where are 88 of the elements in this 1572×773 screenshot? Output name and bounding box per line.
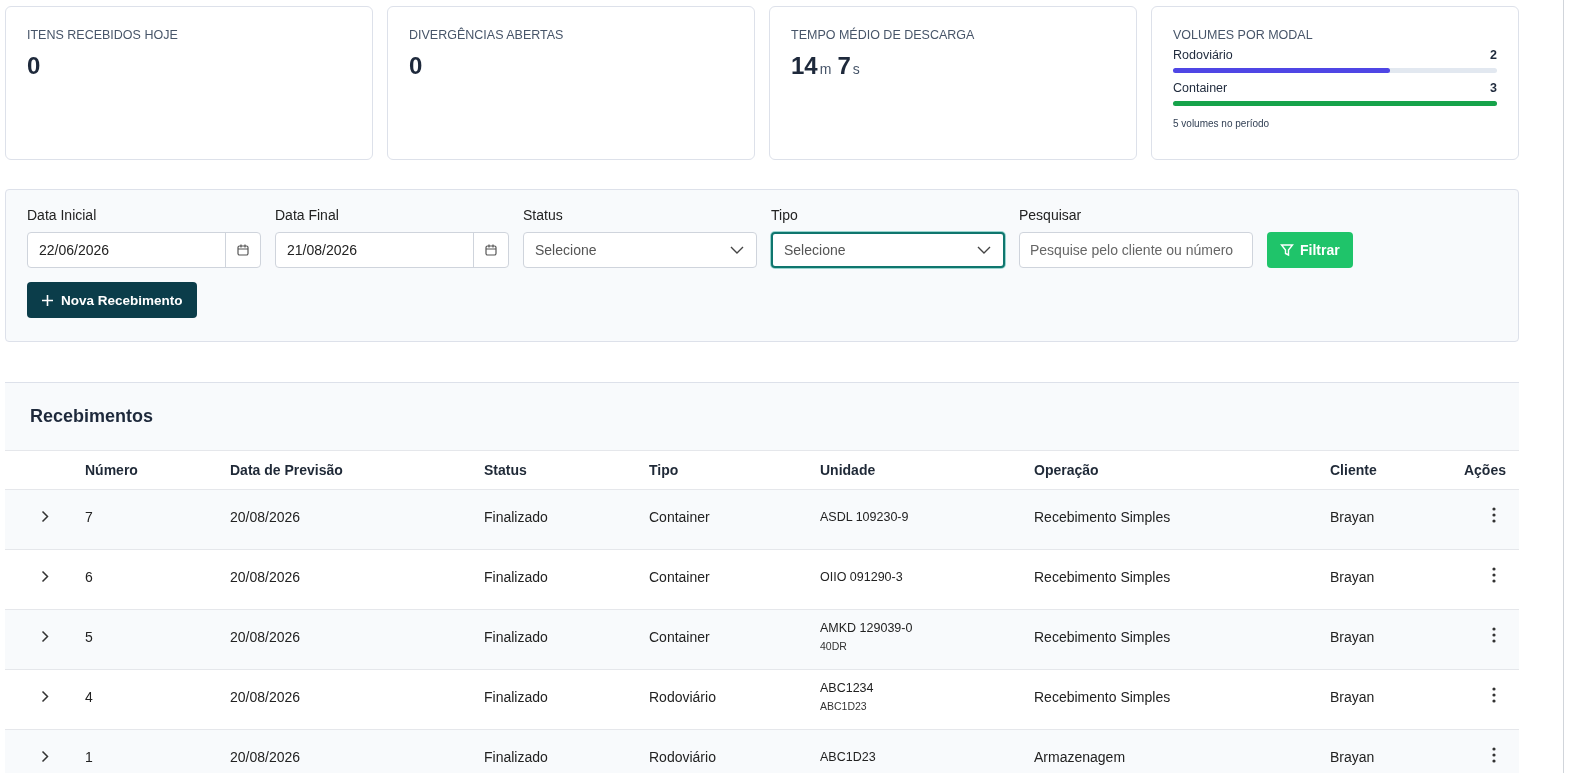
- stat-label: DIVERGÊNCIAS ABERTAS: [409, 28, 565, 42]
- table-cell-text: Brayan: [1330, 748, 1376, 765]
- table-cell-text: Recebimento Simples: [1034, 628, 1172, 645]
- stat-label: ITENS RECEBIDOS HOJE: [27, 28, 179, 42]
- unit-code: AMKD 129039-0: [820, 621, 914, 635]
- field-label: Tipo: [771, 207, 799, 223]
- table-cell-text: 6: [85, 568, 94, 585]
- calendar-icon: [484, 243, 498, 257]
- more-options-icon[interactable]: [1492, 747, 1496, 763]
- stat-label: TEMPO MÉDIO DE DESCARGA: [791, 28, 976, 42]
- stat-unit: m: [819, 61, 832, 77]
- table-cell-text: 20/08/2026: [230, 508, 302, 525]
- table-cell-text: 1: [85, 748, 94, 765]
- modal-name: Container: [1173, 81, 1228, 95]
- more-options-icon[interactable]: [1492, 507, 1496, 523]
- plus-icon: [41, 293, 54, 307]
- chevron-right-icon[interactable]: [41, 570, 49, 583]
- table-cell-text: 20/08/2026: [230, 628, 302, 645]
- table-cell-text: Brayan: [1330, 568, 1376, 585]
- unit-code: ABC1234: [820, 681, 875, 695]
- more-options-icon[interactable]: [1492, 687, 1496, 703]
- table-cell-text: 20/08/2026: [230, 568, 302, 585]
- column-header: Status: [484, 462, 528, 478]
- stat-value: 0: [409, 52, 424, 80]
- table-cell-text: Finalizado: [484, 508, 549, 525]
- table-title: Recebimentos: [30, 406, 154, 427]
- field-label: Data Inicial: [27, 207, 98, 223]
- table-cell-text: 4: [85, 688, 94, 705]
- table-cell-text: Brayan: [1330, 688, 1376, 705]
- table-cell-text: Container: [649, 508, 711, 525]
- table-cell-text: 20/08/2026: [230, 688, 302, 705]
- calendar-icon: [236, 243, 250, 257]
- modal-count: 2: [1490, 48, 1497, 62]
- column-header: Tipo: [649, 462, 680, 478]
- date-field[interactable]: 21/08/2026: [275, 232, 509, 268]
- table-cell-text: Finalizado: [484, 688, 549, 705]
- volume-note: 5 volumes no período: [1173, 118, 1271, 129]
- table-cell-text: Container: [649, 628, 711, 645]
- stat-value: 0: [27, 52, 42, 80]
- table-cell-text: Finalizado: [484, 568, 549, 585]
- date-field[interactable]: 22/06/2026: [27, 232, 261, 268]
- chevron-down-icon: [977, 246, 991, 254]
- unit-code: ABC1D23: [820, 749, 877, 764]
- unit-code: OIIO 091290-3: [820, 569, 904, 584]
- table-cell-text: Recebimento Simples: [1034, 568, 1172, 585]
- table-cell-text: Armazenagem: [1034, 748, 1127, 765]
- more-options-icon[interactable]: [1492, 567, 1496, 583]
- table-cell-text: Recebimento Simples: [1034, 688, 1172, 705]
- stat-value: 7: [837, 52, 851, 79]
- unit-subcode: ABC1D23: [820, 700, 868, 712]
- table-cell-text: Finalizado: [484, 748, 549, 765]
- filter-icon: [1280, 243, 1294, 257]
- table-cell-text: Rodoviário: [649, 748, 717, 765]
- field-label: Pesquisar: [1019, 207, 1083, 223]
- table-cell-text: Container: [649, 568, 711, 585]
- search-field[interactable]: Pesquise pelo cliente ou número: [1019, 232, 1253, 268]
- unit-subcode: 40DR: [820, 640, 848, 652]
- field-label: Status: [523, 207, 564, 223]
- new-receipt-button[interactable]: Nova Recebimento: [27, 282, 197, 318]
- table-cell-text: Recebimento Simples: [1034, 508, 1172, 525]
- column-header: Número: [85, 462, 139, 478]
- table-cell-text: Finalizado: [484, 628, 549, 645]
- column-header: Data de Previsão: [230, 462, 344, 478]
- stat-label: VOLUMES POR MODAL: [1173, 28, 1314, 42]
- table-cell-text: 7: [85, 508, 94, 525]
- stat-unit: s: [852, 61, 860, 77]
- table-cell-text: Rodoviário: [649, 688, 717, 705]
- chevron-down-icon: [730, 246, 744, 254]
- column-header: Ações: [1462, 462, 1507, 478]
- table-cell-text: 5: [85, 628, 94, 645]
- chevron-right-icon[interactable]: [41, 750, 49, 763]
- more-options-icon[interactable]: [1492, 627, 1496, 643]
- table-cell-text: Brayan: [1330, 508, 1376, 525]
- chevron-right-icon[interactable]: [41, 630, 49, 643]
- stat-value: 14: [791, 52, 818, 79]
- table-cell-text: 20/08/2026: [230, 748, 302, 765]
- select-field[interactable]: Selecione: [523, 232, 757, 268]
- table-cell-text: Brayan: [1330, 628, 1376, 645]
- select-field[interactable]: Selecione: [771, 232, 1005, 268]
- modal-name: Rodoviário: [1173, 48, 1233, 62]
- field-label: Data Final: [275, 207, 340, 223]
- column-header: Cliente: [1330, 462, 1378, 478]
- chevron-right-icon[interactable]: [41, 510, 49, 523]
- column-header: Operação: [1034, 462, 1100, 478]
- chevron-right-icon[interactable]: [41, 690, 49, 703]
- unit-code: ASDL 109230-9: [820, 509, 910, 524]
- column-header: Unidade: [820, 462, 877, 478]
- modal-count: 3: [1490, 81, 1497, 95]
